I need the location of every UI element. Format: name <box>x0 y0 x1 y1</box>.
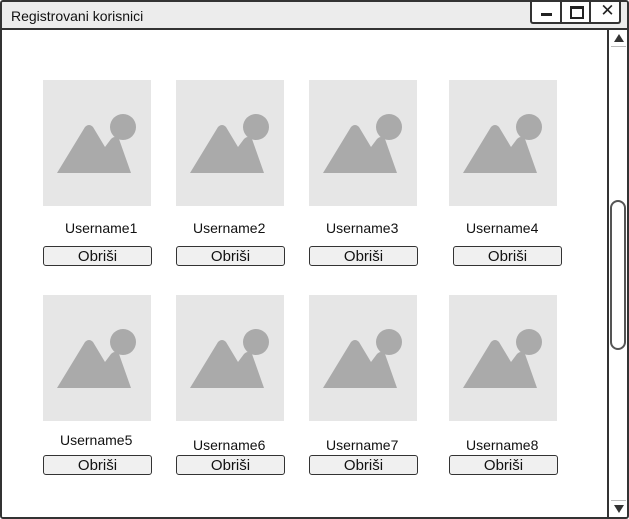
username-label: Username6 <box>193 437 266 453</box>
username-label: Username2 <box>193 220 266 236</box>
maximize-button[interactable] <box>562 2 592 22</box>
delete-button[interactable]: Obriši <box>449 455 558 475</box>
title-bar: Registrovani korisnici ✕ <box>2 2 627 30</box>
username-label: Username5 <box>60 432 133 448</box>
user-image <box>176 80 284 206</box>
delete-button[interactable]: Obriši <box>43 246 152 266</box>
username-label: Username3 <box>326 220 399 236</box>
delete-button[interactable]: Obriši <box>176 246 285 266</box>
user-image <box>43 80 151 206</box>
user-image <box>449 80 557 206</box>
image-placeholder-icon <box>463 114 542 173</box>
delete-button[interactable]: Obriši <box>43 455 152 475</box>
arrow-up-icon[interactable] <box>611 30 626 47</box>
registered-users-window: Registrovani korisnici ✕ Username1 Obriš… <box>0 0 629 519</box>
image-placeholder-icon <box>463 329 542 388</box>
user-image <box>309 295 417 421</box>
window-title: Registrovani korisnici <box>11 8 144 24</box>
minimize-icon <box>541 13 552 16</box>
delete-button[interactable]: Obriši <box>309 246 418 266</box>
image-placeholder-icon <box>323 114 402 173</box>
username-label: Username1 <box>65 220 138 236</box>
delete-button[interactable]: Obriši <box>176 455 285 475</box>
users-grid: Username1 Obriši Username2 Obriši Userna… <box>2 30 607 517</box>
minimize-button[interactable] <box>532 2 562 22</box>
image-placeholder-icon <box>190 329 269 388</box>
image-placeholder-icon <box>57 114 136 173</box>
vertical-scrollbar[interactable] <box>607 30 627 517</box>
user-image <box>309 80 417 206</box>
scrollbar-thumb[interactable] <box>610 200 626 350</box>
close-icon: ✕ <box>600 1 615 20</box>
user-image <box>43 295 151 421</box>
user-image <box>449 295 557 421</box>
delete-button[interactable]: Obriši <box>309 455 418 475</box>
arrow-down-icon[interactable] <box>611 500 626 517</box>
window-controls: ✕ <box>530 2 621 24</box>
image-placeholder-icon <box>57 329 136 388</box>
image-placeholder-icon <box>323 329 402 388</box>
close-button[interactable]: ✕ <box>591 2 619 22</box>
delete-button[interactable]: Obriši <box>453 246 562 266</box>
maximize-icon <box>569 6 584 19</box>
username-label: Username7 <box>326 437 399 453</box>
image-placeholder-icon <box>190 114 269 173</box>
username-label: Username4 <box>466 220 539 236</box>
user-image <box>176 295 284 421</box>
username-label: Username8 <box>466 437 539 453</box>
